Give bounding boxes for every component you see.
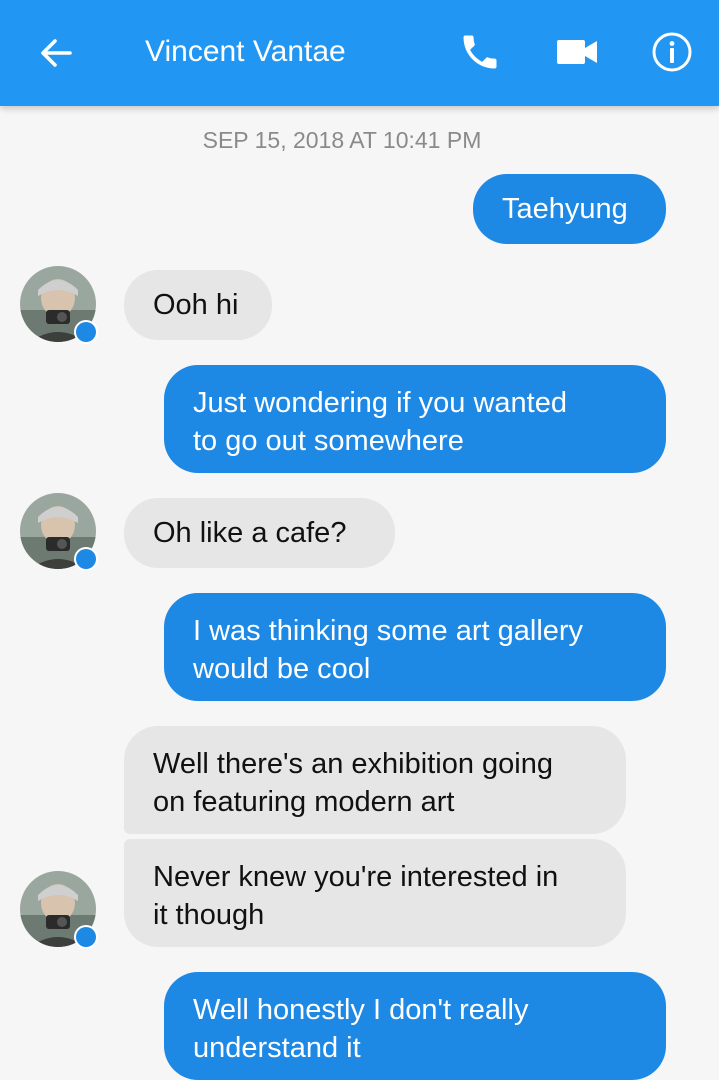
message-text: Ooh hi <box>153 289 239 321</box>
message-text-line: I was thinking some art gallery <box>193 615 584 647</box>
outgoing-message[interactable]: Well honestly I don't really understand … <box>164 972 666 1080</box>
message-text-line: Never knew you're interested in <box>153 861 559 893</box>
message-text-line: understand it <box>193 1032 361 1064</box>
message-text-line: it though <box>153 899 265 931</box>
phone-icon[interactable] <box>458 30 502 74</box>
message-text-line: on featuring modern art <box>153 786 455 818</box>
video-camera-icon[interactable] <box>555 35 599 69</box>
messenger-badge-icon <box>74 547 98 571</box>
incoming-message[interactable]: Oh like a cafe? <box>124 498 395 568</box>
arrow-left-icon[interactable] <box>36 33 76 73</box>
incoming-message[interactable]: Well there's an exhibition going on feat… <box>124 726 626 834</box>
conversation-timestamp: SEP 15, 2018 AT 10:41 PM <box>202 127 482 153</box>
outgoing-message[interactable]: I was thinking some art gallery would be… <box>164 593 666 701</box>
conversation-header: Vincent Vantae <box>0 0 719 106</box>
avatar[interactable] <box>20 266 98 344</box>
info-icon[interactable] <box>651 31 693 73</box>
messenger-badge-icon <box>74 925 98 949</box>
outgoing-message[interactable]: Taehyung <box>473 174 666 244</box>
incoming-message[interactable]: Ooh hi <box>124 270 272 340</box>
message-text-line: Well honestly I don't really <box>193 994 529 1026</box>
message-text-line: to go out somewhere <box>193 425 464 457</box>
avatar[interactable] <box>20 871 98 949</box>
messenger-badge-icon <box>74 320 98 344</box>
contact-name[interactable]: Vincent Vantae <box>145 30 346 74</box>
incoming-message[interactable]: Never knew you're interested in it thoug… <box>124 839 626 947</box>
message-text-line: would be cool <box>193 653 371 685</box>
message-text: Taehyung <box>502 193 628 225</box>
message-text-line: Just wondering if you wanted <box>193 387 567 419</box>
message-text-line: Well there's an exhibition going <box>153 748 553 780</box>
message-text: Oh like a cafe? <box>153 517 347 549</box>
avatar[interactable] <box>20 493 98 571</box>
outgoing-message[interactable]: Just wondering if you wanted to go out s… <box>164 365 666 473</box>
